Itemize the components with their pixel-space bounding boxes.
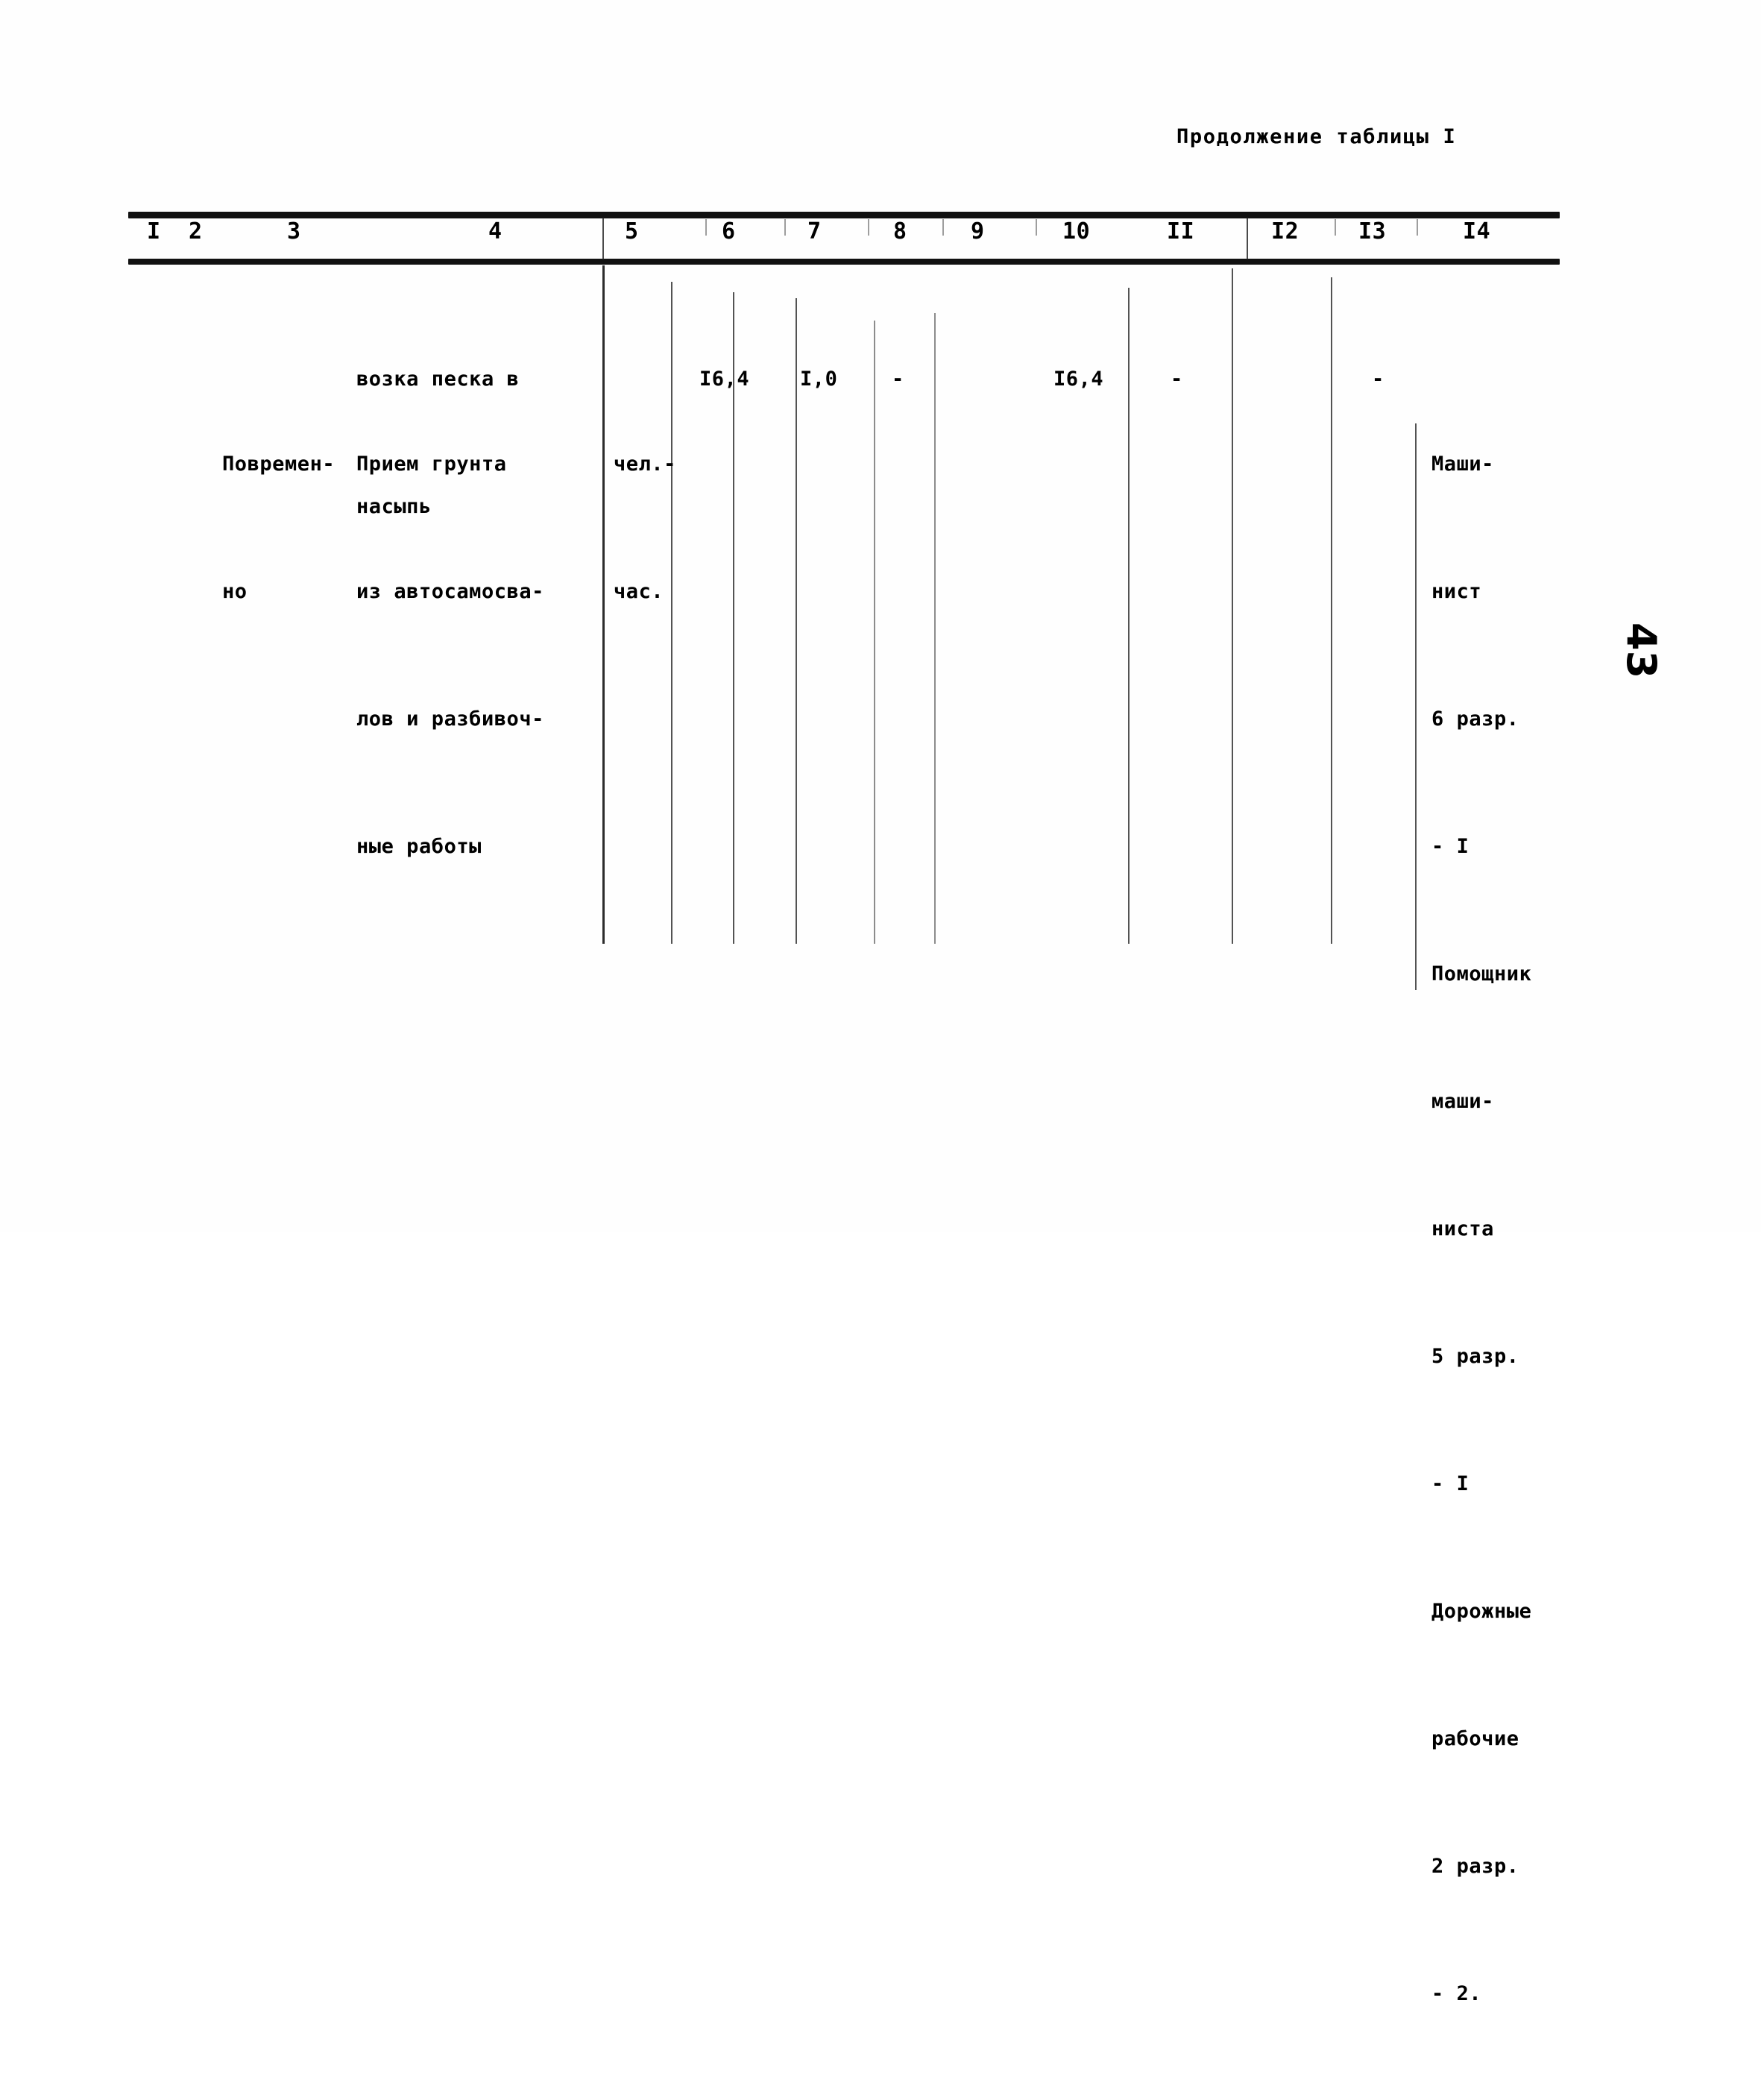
- header-divider-6: [705, 219, 707, 236]
- column-rule-12-left: [1232, 268, 1233, 944]
- column-rule-14-left: [1415, 423, 1417, 990]
- row-col11-value: -: [1171, 368, 1183, 391]
- row-col5-unit: чел.- час.: [614, 453, 676, 603]
- column-header-2: 2: [189, 218, 203, 245]
- row-col14-staff: Маши- нист 6 разр. - I Помощник маши- ни…: [1431, 453, 1532, 2005]
- header-divider-13: [1335, 219, 1336, 236]
- column-header-8: 8: [893, 218, 907, 245]
- header-divider-7: [784, 219, 786, 236]
- column-header-11: II: [1167, 218, 1195, 245]
- row-col3: Повремен- но: [222, 453, 335, 603]
- column-header-4: 4: [488, 218, 503, 245]
- page-number: 43: [1618, 622, 1665, 679]
- column-header-1: I: [147, 218, 161, 245]
- column-header-13: I3: [1358, 218, 1387, 245]
- table-continuation-caption: Продолжение таблицы I: [1176, 125, 1457, 148]
- column-header-7: 7: [807, 218, 822, 245]
- row-col7-value: I,0: [800, 368, 838, 391]
- column-header-9: 9: [971, 218, 985, 245]
- header-divider-9: [942, 219, 944, 236]
- column-header-6: 6: [722, 218, 736, 245]
- header-divider-14: [1417, 219, 1418, 236]
- row-col10-value: I6,4: [1053, 368, 1104, 391]
- column-header-10: 10: [1062, 218, 1091, 245]
- column-header-5: 5: [625, 218, 639, 245]
- column-header-3: 3: [287, 218, 301, 245]
- column-rule-10-left: [934, 313, 936, 944]
- column-rule-11-left: [1128, 288, 1130, 944]
- header-divider-5: [602, 218, 604, 259]
- column-rule-9-left: [874, 321, 875, 944]
- table-top-border: [128, 212, 1560, 218]
- column-header-12: I2: [1271, 218, 1300, 245]
- column-header-14: I4: [1463, 218, 1491, 245]
- row-col6-value: I6,4: [699, 368, 750, 391]
- header-divider-10: [1036, 219, 1037, 236]
- page-sheet: Продолжение таблицы I I 2 3 4 5 6 7 8 9 …: [0, 0, 1761, 2005]
- row-col8-value: -: [892, 368, 904, 391]
- column-rule-13-left: [1331, 277, 1332, 944]
- column-rule-8-left: [796, 298, 797, 944]
- header-divider-12: [1247, 218, 1248, 259]
- row-col4: Прием грунта из автосамосва- лов и разби…: [356, 453, 544, 858]
- row-col13-value: -: [1372, 368, 1384, 391]
- header-divider-8: [868, 219, 869, 236]
- table-header-border: [128, 259, 1560, 265]
